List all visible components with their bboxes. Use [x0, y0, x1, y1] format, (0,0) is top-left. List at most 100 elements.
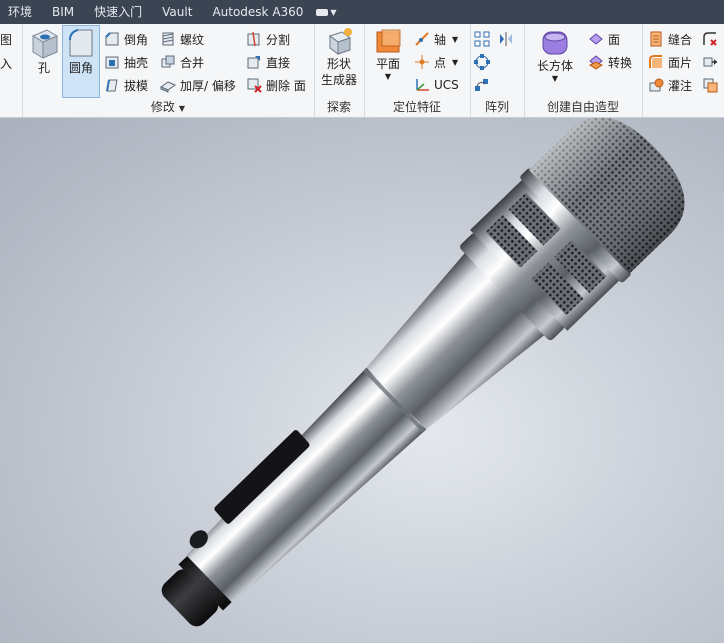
- tab-autodesk-a360[interactable]: Autodesk A360: [202, 0, 313, 24]
- chamfer-icon: [105, 32, 119, 46]
- microphone-handle: [186, 367, 427, 603]
- shape-generator-label-1: 形状: [326, 57, 351, 71]
- panel-clipped-left: 图 入: [0, 24, 23, 117]
- panel-title-modify[interactable]: 修改 ▼: [22, 99, 314, 115]
- patch-button[interactable]: 面片: [648, 51, 692, 73]
- shell-label: 抽壳: [124, 55, 149, 70]
- axis-button[interactable]: 轴 ▼: [414, 28, 458, 50]
- freeform-face-icon: [589, 33, 603, 45]
- direct-label: 直接: [266, 55, 291, 70]
- axis-icon: [415, 32, 429, 46]
- modify-title: 修改: [150, 100, 175, 114]
- split-button[interactable]: 分割: [246, 28, 290, 50]
- point-label: 点: [434, 55, 447, 70]
- combine-icon: [161, 55, 175, 68]
- ribbon: 图 入 孔 圆角 倒角 抽壳 拔模 螺纹 合并 加厚/ 偏移 分割 直接 删除 …: [0, 24, 724, 118]
- draft-label: 拔模: [124, 78, 149, 93]
- plane-button[interactable]: 平面 ▼: [368, 26, 408, 81]
- panel-surface: 缝合 面片 灌注: [642, 24, 724, 117]
- tab-get-started[interactable]: 快速入门: [84, 0, 152, 24]
- stitch-label: 缝合: [668, 32, 693, 47]
- delete-face-button[interactable]: 删除 面: [246, 74, 306, 96]
- clipped-button-bottom[interactable]: 入: [0, 52, 12, 74]
- chamfer-button[interactable]: 倒角: [104, 28, 148, 50]
- microphone-model: [161, 118, 685, 627]
- freeform-box-button[interactable]: 长方体 ▼: [530, 26, 580, 83]
- stitch-button[interactable]: 缝合: [648, 28, 692, 50]
- ribbon-display-dropdown[interactable]: ▼: [315, 6, 337, 18]
- combine-label: 合并: [180, 55, 205, 70]
- shape-generator-button[interactable]: 形状 生成器: [318, 26, 360, 88]
- chevron-down-icon: ▼: [551, 74, 559, 83]
- shell-icon: [105, 56, 119, 69]
- fillet-label: 圆角: [68, 61, 93, 75]
- convert-button[interactable]: 转换: [588, 51, 632, 73]
- sculpt-label: 灌注: [668, 78, 693, 93]
- clipped-button-top[interactable]: 图: [0, 28, 12, 50]
- graphics-viewport[interactable]: [0, 118, 724, 643]
- panel-title-explore: 探索: [326, 100, 351, 114]
- thread-button[interactable]: 螺纹: [160, 28, 204, 50]
- thicken-icon: [160, 81, 176, 93]
- panel-title-pattern: 阵列: [484, 100, 509, 114]
- tab-bim[interactable]: BIM: [42, 0, 84, 24]
- panel-title-work-features: 定位特征: [392, 100, 441, 114]
- chevron-down-icon: ▼: [452, 34, 459, 44]
- ribbon-tab-bar: 环境 BIM 快速入门 Vault Autodesk A360 ▼: [0, 0, 724, 24]
- ucs-button[interactable]: UCS: [414, 74, 459, 96]
- stitch-icon: [650, 31, 662, 47]
- shell-button[interactable]: 抽壳: [104, 51, 148, 73]
- point-button[interactable]: 点 ▼: [414, 51, 458, 73]
- clipped-label-bottom: 入: [0, 56, 13, 71]
- freeform-face-label: 面: [608, 32, 621, 47]
- panel-work-features: 平面 ▼ 轴 ▼ 点 ▼ UCS 定位特征: [364, 24, 471, 117]
- hole-label: 孔: [37, 61, 50, 75]
- mirror-icon: [500, 32, 512, 46]
- ucs-label: UCS: [434, 78, 459, 92]
- rectangular-pattern-icon: [474, 31, 490, 47]
- thicken-offset-button[interactable]: 加厚/ 偏移: [160, 74, 236, 96]
- split-icon: [247, 31, 260, 47]
- rectangular-pattern-button[interactable]: [474, 28, 490, 50]
- replace-face-icon: [703, 78, 718, 93]
- panel-create-freeform: 长方体 ▼ 面 转换 创建自由造型: [524, 24, 643, 117]
- panel-modify: 孔 圆角 倒角 抽壳 拔模 螺纹 合并 加厚/ 偏移 分割 直接 删除 面 修改…: [22, 24, 315, 117]
- extend-icon: [703, 57, 717, 67]
- trim-button[interactable]: [702, 28, 718, 50]
- direct-edit-icon: [247, 56, 260, 69]
- replace-face-button[interactable]: [702, 74, 718, 96]
- sketch-driven-pattern-icon: [475, 79, 488, 91]
- direct-edit-button[interactable]: 直接: [246, 51, 290, 73]
- circular-pattern-icon: [474, 54, 490, 70]
- thicken-label: 加厚/ 偏移: [180, 78, 236, 93]
- extend-button[interactable]: [702, 51, 718, 73]
- thread-icon: [162, 32, 174, 46]
- axis-label: 轴: [434, 32, 447, 47]
- fillet-button[interactable]: 圆角: [62, 25, 100, 98]
- sketch-pattern-button[interactable]: [474, 74, 490, 96]
- chevron-down-icon: ▼: [452, 57, 459, 67]
- ucs-icon: [416, 79, 429, 91]
- sculpt-button[interactable]: 灌注: [648, 74, 692, 96]
- tab-vault[interactable]: Vault: [152, 0, 202, 24]
- thread-label: 螺纹: [180, 32, 205, 47]
- trim-icon: [703, 32, 717, 46]
- hole-button[interactable]: 孔: [26, 26, 62, 76]
- freeform-face-button[interactable]: 面: [588, 28, 620, 50]
- freeform-box-icon: [542, 31, 568, 55]
- combine-button[interactable]: 合并: [160, 51, 204, 73]
- panel-explore: 形状 生成器 探索: [314, 24, 365, 117]
- circular-pattern-button[interactable]: [474, 51, 490, 73]
- chevron-down-icon: ▼: [330, 7, 337, 17]
- sculpt-icon: [649, 78, 664, 92]
- point-icon: [415, 55, 429, 69]
- panel-pattern: 阵列: [470, 24, 525, 117]
- chevron-down-icon: ▼: [384, 72, 392, 81]
- tab-environment[interactable]: 环境: [0, 0, 42, 24]
- fillet-icon: [69, 29, 93, 57]
- shape-generator-icon: [328, 28, 352, 55]
- mirror-button[interactable]: [498, 28, 514, 50]
- patch-label: 面片: [668, 55, 693, 70]
- chevron-down-icon: ▼: [178, 104, 186, 113]
- draft-button[interactable]: 拔模: [104, 74, 148, 96]
